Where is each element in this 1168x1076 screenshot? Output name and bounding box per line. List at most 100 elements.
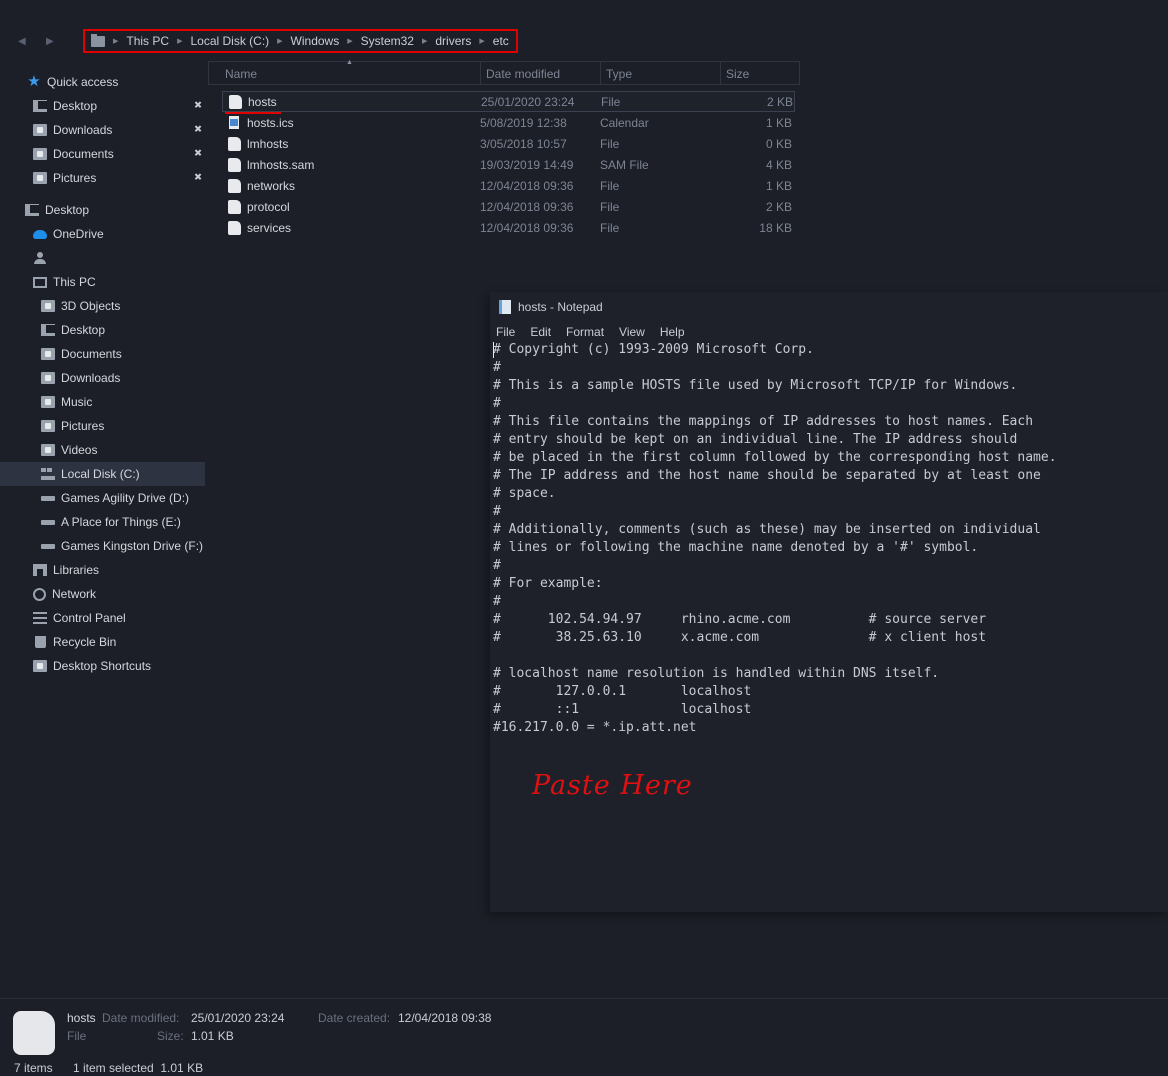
sidebar-item-pictures[interactable]: Pictures <box>0 414 205 438</box>
pictures-folder-icon <box>41 420 55 432</box>
sidebar-item-desktop-shortcuts[interactable]: Desktop Shortcuts <box>0 654 205 678</box>
file-row-networks[interactable]: networks 12/04/2018 09:36 File 1 KB <box>222 175 795 196</box>
column-header-name[interactable]: Name <box>209 62 481 84</box>
sidebar-item-label: Network <box>52 587 97 601</box>
file-size: 18 KB <box>759 220 792 235</box>
sidebar-item-documents-pinned[interactable]: Documents ✚ <box>0 142 205 166</box>
sidebar-item-control-panel[interactable]: Control Panel <box>0 606 205 630</box>
notepad-title-bar[interactable]: hosts - Notepad <box>490 292 1168 322</box>
paste-here-annotation: Paste Here <box>532 770 693 801</box>
column-header-type[interactable]: Type <box>601 62 721 84</box>
sidebar-item-onedrive[interactable]: OneDrive <box>0 222 205 246</box>
sidebar-item-videos[interactable]: Videos <box>0 438 205 462</box>
sidebar-item-downloads[interactable]: Downloads <box>0 366 205 390</box>
file-type: Calendar <box>600 115 649 130</box>
sidebar-item-this-pc[interactable]: This PC <box>0 270 205 294</box>
3d-objects-folder-icon <box>41 300 55 312</box>
sidebar-item-label: Desktop Shortcuts <box>53 659 152 673</box>
sidebar-item-pictures-pinned[interactable]: Pictures ✚ <box>0 166 205 190</box>
menu-help[interactable]: Help <box>660 325 685 339</box>
star-icon: ★ <box>27 73 41 90</box>
sidebar-item-3d-objects[interactable]: 3D Objects <box>0 294 205 318</box>
local-disk-icon <box>41 468 55 480</box>
pin-icon[interactable]: ✚ <box>190 99 204 113</box>
breadcrumb-drivers[interactable]: drivers <box>435 34 471 48</box>
sidebar-item-downloads-pinned[interactable]: Downloads ✚ <box>0 118 205 142</box>
sidebar-item-label: Pictures <box>61 419 105 433</box>
sidebar-item-label: Pictures <box>53 171 97 185</box>
sidebar-item-desktop[interactable]: Desktop <box>0 198 205 222</box>
sidebar-item-quick-access[interactable]: ★ Quick access <box>0 70 205 94</box>
drive-icon <box>41 543 55 549</box>
file-icon <box>229 94 242 109</box>
menu-view[interactable]: View <box>619 325 645 339</box>
forward-button[interactable]: ▶ <box>46 36 54 47</box>
sidebar-item-local-disk-c[interactable]: Local Disk (C:) <box>0 462 205 486</box>
breadcrumb-etc[interactable]: etc <box>493 34 509 48</box>
file-row-lmhosts[interactable]: lmhosts 3/05/2018 10:57 File 0 KB <box>222 133 795 154</box>
chevron-right-icon[interactable]: ▶ <box>347 37 352 45</box>
notepad-text-area[interactable]: # Copyright (c) 1993-2009 Microsoft Corp… <box>490 341 1168 737</box>
file-row-hosts-ics[interactable]: hosts.ics 5/08/2019 12:38 Calendar 1 KB <box>222 112 795 133</box>
pin-icon[interactable]: ✚ <box>190 123 204 137</box>
sidebar-item-documents[interactable]: Documents <box>0 342 205 366</box>
chevron-right-icon[interactable]: ▶ <box>422 37 427 45</box>
menu-file[interactable]: File <box>496 325 515 339</box>
back-button[interactable]: ◀ <box>18 36 26 47</box>
menu-format[interactable]: Format <box>566 325 604 339</box>
pin-icon[interactable]: ✚ <box>190 147 204 161</box>
sidebar-item-libraries[interactable]: Libraries <box>0 558 205 582</box>
sidebar-item-desktop-pinned[interactable]: Desktop ✚ <box>0 94 205 118</box>
breadcrumb-this-pc[interactable]: This PC <box>126 34 169 48</box>
file-name: networks <box>247 178 296 193</box>
file-date: 12/04/2018 09:36 <box>480 220 574 235</box>
file-row-lmhosts-sam[interactable]: lmhosts.sam 19/03/2019 14:49 SAM File 4 … <box>222 154 795 175</box>
chevron-right-icon[interactable]: ▶ <box>177 37 182 45</box>
sidebar-item-label: Desktop <box>53 99 98 113</box>
sidebar-item-label: Games Kingston Drive (F:) <box>61 539 204 553</box>
sidebar-item-label: Music <box>61 395 93 409</box>
file-name: lmhosts <box>247 136 289 151</box>
sidebar-item-label: Desktop <box>45 203 90 217</box>
breadcrumb-system32[interactable]: System32 <box>361 34 414 48</box>
downloads-folder-icon <box>41 372 55 384</box>
file-name: lmhosts.sam <box>247 157 315 172</box>
sidebar-item-drive-e[interactable]: A Place for Things (E:) <box>0 510 205 534</box>
pin-icon[interactable]: ✚ <box>190 171 204 185</box>
file-name: hosts <box>248 94 277 109</box>
detail-file-name: hosts <box>67 1011 96 1025</box>
status-selection: 1 item selected 1.01 KB <box>73 1061 204 1075</box>
sidebar-item-music[interactable]: Music <box>0 390 205 414</box>
pictures-folder-icon <box>33 172 47 184</box>
file-type: File <box>601 94 621 109</box>
file-size: 4 KB <box>765 157 792 172</box>
chevron-right-icon[interactable]: ▶ <box>113 37 118 45</box>
breadcrumb-local-disk[interactable]: Local Disk (C:) <box>190 34 269 48</box>
sidebar-item-recycle-bin[interactable]: Recycle Bin <box>0 630 205 654</box>
file-date: 12/04/2018 09:36 <box>480 199 574 214</box>
sidebar-item-label: Quick access <box>47 75 119 89</box>
breadcrumb-windows[interactable]: Windows <box>291 34 340 48</box>
sidebar-item-label: OneDrive <box>53 227 104 241</box>
chevron-right-icon[interactable]: ▶ <box>479 37 484 45</box>
file-row-hosts[interactable]: hosts 25/01/2020 23:24 File 2 KB <box>222 91 795 114</box>
file-date: 19/03/2019 14:49 <box>480 157 574 172</box>
menu-edit[interactable]: Edit <box>530 325 551 339</box>
sidebar-item-label: A Place for Things (E:) <box>61 515 181 529</box>
text-caret <box>493 342 494 358</box>
column-header-size[interactable]: Size <box>721 62 799 84</box>
status-item-count: 7 items <box>14 1061 53 1075</box>
file-row-protocol[interactable]: protocol 12/04/2018 09:36 File 2 KB <box>222 196 795 217</box>
sidebar-item-drive-d[interactable]: Games Agility Drive (D:) <box>0 486 205 510</box>
file-row-services[interactable]: services 12/04/2018 09:36 File 18 KB <box>222 217 795 238</box>
file-icon <box>228 199 241 214</box>
sidebar-item-user[interactable] <box>0 246 205 270</box>
sidebar-item-network[interactable]: Network <box>0 582 205 606</box>
breadcrumb[interactable]: ▶ This PC ▶ Local Disk (C:) ▶ Windows ▶ … <box>83 29 518 53</box>
downloads-folder-icon <box>33 124 47 136</box>
sidebar-item-drive-f[interactable]: Games Kingston Drive (F:) <box>0 534 205 558</box>
notepad-window: hosts - Notepad File Edit Format View He… <box>490 292 1168 912</box>
chevron-right-icon[interactable]: ▶ <box>277 37 282 45</box>
sidebar-item-desktop-pc[interactable]: Desktop <box>0 318 205 342</box>
column-header-date-modified[interactable]: Date modified <box>481 62 601 84</box>
